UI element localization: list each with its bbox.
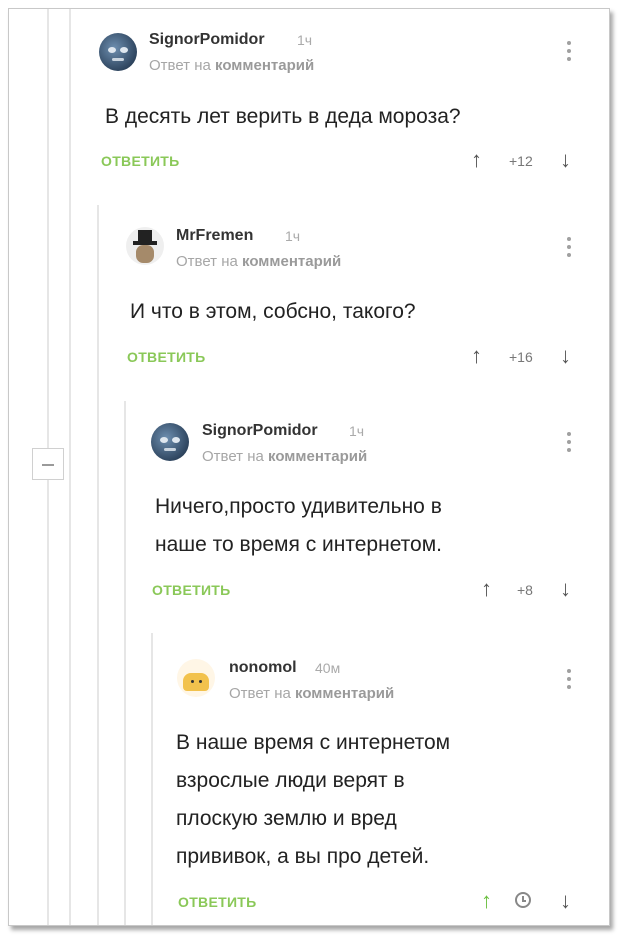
kebab-menu-icon[interactable] (567, 237, 571, 261)
comment-text: И что в этом, собсно, такого? (130, 300, 416, 323)
comment-score: +16 (509, 349, 533, 365)
downvote-icon[interactable]: ↓ (560, 578, 571, 600)
avatar[interactable] (177, 659, 215, 697)
comment-subtitle: Ответ на комментарий (149, 57, 315, 74)
moon-face-icon (108, 47, 116, 53)
reply-button[interactable]: ОТВЕТИТЬ (178, 894, 257, 910)
comment-author[interactable]: SignorPomidor (149, 31, 265, 49)
reply-button[interactable]: ОТВЕТИТЬ (152, 582, 231, 598)
comment-score: +12 (509, 153, 533, 169)
thread-line-3 (97, 205, 99, 925)
comment-subtitle: Ответ на комментарий (229, 685, 395, 702)
bread-icon (183, 673, 209, 691)
kebab-menu-icon[interactable] (567, 41, 571, 65)
parent-comment-link[interactable]: комментарий (295, 685, 394, 702)
upvote-icon[interactable]: ↑ (481, 890, 492, 912)
comment-subtitle: Ответ на комментарий (202, 448, 368, 465)
comment-time: 1ч (349, 423, 365, 439)
kebab-menu-icon[interactable] (567, 669, 571, 693)
parent-comment-link[interactable]: комментарий (268, 448, 367, 465)
clock-icon (515, 892, 531, 908)
comment-text: В десять лет верить в деда мороза? (105, 105, 461, 128)
downvote-icon[interactable]: ↓ (560, 149, 571, 171)
downvote-icon[interactable]: ↓ (560, 890, 571, 912)
upvote-icon[interactable]: ↑ (481, 578, 492, 600)
comment-time: 1ч (297, 32, 313, 48)
avatar[interactable] (126, 227, 164, 265)
comment-thread: SignorPomidor 1ч Ответ на комментарий В … (8, 8, 610, 926)
upvote-icon[interactable]: ↑ (471, 149, 482, 171)
thread-line-2 (69, 9, 71, 925)
comment-author[interactable]: nonomol (229, 659, 297, 677)
comment-subtitle: Ответ на комментарий (176, 253, 342, 270)
moon-face-icon (160, 437, 168, 443)
comment-author[interactable]: MrFremen (176, 227, 253, 245)
avatar[interactable] (151, 423, 189, 461)
collapse-thread-button[interactable] (32, 448, 64, 480)
comment-time: 1ч (285, 228, 301, 244)
upvote-icon[interactable]: ↑ (471, 345, 482, 367)
parent-comment-link[interactable]: комментарий (215, 57, 314, 74)
thread-line-4 (124, 401, 126, 925)
comment-author[interactable]: SignorPomidor (202, 422, 318, 440)
avatar[interactable] (99, 33, 137, 71)
comment-text: В наше время с интернетом взрослые люди … (176, 731, 451, 868)
thread-line-5 (151, 633, 153, 925)
comment-score: +8 (517, 582, 533, 598)
comment-time: 40м (315, 660, 341, 676)
kebab-menu-icon[interactable] (567, 432, 571, 456)
parent-comment-link[interactable]: комментарий (242, 253, 341, 270)
reply-button[interactable]: ОТВЕТИТЬ (101, 153, 180, 169)
downvote-icon[interactable]: ↓ (560, 345, 571, 367)
reply-button[interactable]: ОТВЕТИТЬ (127, 349, 206, 365)
comment-text: Ничего,просто удивительно в наше то врем… (155, 495, 443, 556)
